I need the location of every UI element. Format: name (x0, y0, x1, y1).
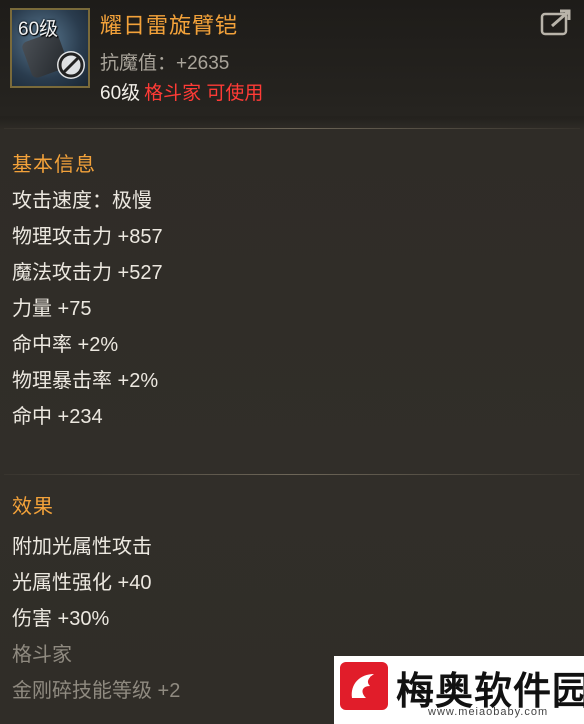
dragon-logo-icon (351, 674, 374, 698)
requirement-class: 格斗家 可使用 (144, 83, 264, 104)
effect-light-enhance: 光属性强化 +40 (12, 572, 152, 594)
share-icon[interactable] (540, 8, 572, 38)
item-level-badge: 60级 (18, 19, 59, 40)
effect-damage: 伤害 +30% (12, 608, 110, 630)
effect-class-name: 格斗家 (12, 644, 72, 666)
background-ghost-art (236, 220, 436, 280)
effect-light-attack: 附加光属性攻击 (12, 536, 152, 558)
effects-title: 效果 (12, 496, 54, 518)
stat-hit-rate: 命中率 +2% (12, 334, 119, 356)
item-tooltip-panel: 60级 耀日雷旋臂铠 抗魔值：+2635 60级 格斗家 可使用 基本信息 攻击速… (0, 0, 584, 724)
magic-resist-value: 抗魔值：+2635 (100, 53, 230, 74)
item-name: 耀日雷旋臂铠 (100, 13, 239, 38)
section-divider (4, 474, 580, 475)
forbidden-icon (57, 51, 85, 79)
stat-strength: 力量 +75 (12, 298, 92, 320)
effect-skill-level: 金刚碎技能等级 +2 (12, 680, 181, 702)
stat-attack-speed: 攻击速度：极慢 (12, 190, 152, 212)
stat-hit: 命中 +234 (12, 406, 103, 428)
watermark-url: www.meiaobaby.com (428, 706, 549, 718)
watermark-logo-icon (340, 662, 388, 710)
basic-info-title: 基本信息 (12, 154, 96, 176)
item-header: 60级 耀日雷旋臂铠 抗魔值：+2635 60级 格斗家 可使用 (0, 0, 584, 116)
watermark-overlay: 梅奥软件园 www.meiaobaby.com (334, 656, 584, 724)
requirement-level: 60级 (100, 83, 141, 104)
stat-magic-attack: 魔法攻击力 +527 (12, 262, 163, 284)
stat-physical-crit: 物理暴击率 +2% (12, 370, 159, 392)
item-icon: 60级 (10, 8, 90, 88)
stat-physical-attack: 物理攻击力 +857 (12, 226, 163, 248)
item-requirement: 60级 格斗家 可使用 (100, 78, 263, 105)
header-divider (4, 128, 580, 129)
